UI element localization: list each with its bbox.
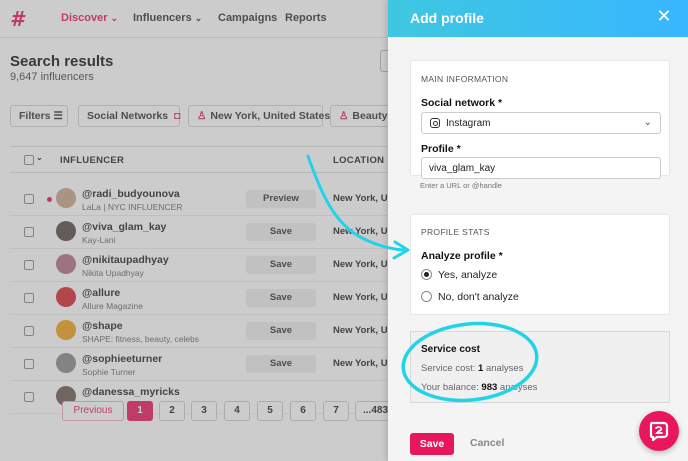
balance-line: Your balance: 983 analyses — [421, 382, 537, 393]
service-cost-line: Service cost: 1 analyses — [421, 363, 523, 374]
service-cost-suffix: analyses — [483, 363, 524, 374]
chat-support-button[interactable] — [639, 411, 679, 451]
save-button[interactable]: Save — [410, 433, 454, 455]
cancel-button[interactable]: Cancel — [470, 437, 504, 449]
balance-value: 983 — [481, 382, 498, 393]
main-information-card: MAIN INFORMATION Social network * Instag… — [410, 60, 670, 179]
chevron-down-icon: ⌄ — [643, 117, 652, 128]
social-network-value: Instagram — [446, 118, 491, 129]
panel-body: MAIN INFORMATION Social network * Instag… — [388, 37, 688, 461]
modal-backdrop[interactable] — [0, 0, 388, 461]
section-label-profile-stats: PROFILE STATS — [421, 227, 490, 237]
service-cost-title: Service cost — [421, 344, 480, 355]
radio-yes-label[interactable]: Yes, analyze — [438, 269, 497, 281]
social-network-label: Social network * — [421, 97, 503, 109]
balance-suffix: analyses — [497, 382, 538, 393]
radio-no-label[interactable]: No, don't analyze — [438, 291, 519, 303]
profile-stats-card: PROFILE STATS Analyze profile * Yes, ana… — [410, 214, 670, 315]
close-icon[interactable]: ✕ — [654, 6, 674, 28]
instagram-icon — [430, 118, 440, 128]
radio-no-analyze[interactable] — [421, 291, 432, 302]
panel-title: Add profile — [410, 10, 484, 26]
profile-label: Profile * — [421, 143, 461, 155]
balance-prefix: Your balance: — [421, 382, 482, 393]
profile-input[interactable] — [421, 157, 661, 179]
panel-header: Add profile ✕ — [388, 0, 688, 37]
profile-hint: Enter a URL or @handle — [420, 181, 502, 190]
service-cost-prefix: Service cost: — [421, 363, 479, 374]
chat-icon — [649, 421, 669, 442]
analyze-profile-label: Analyze profile * — [421, 250, 503, 262]
section-label-main-information: MAIN INFORMATION — [421, 74, 509, 84]
add-profile-panel: Add profile ✕ MAIN INFORMATION Social ne… — [388, 0, 688, 461]
radio-yes-analyze[interactable] — [421, 269, 432, 280]
social-network-select[interactable]: Instagram ⌄ — [421, 112, 661, 134]
service-cost-box: Service cost Service cost: 1 analyses Yo… — [410, 331, 670, 403]
